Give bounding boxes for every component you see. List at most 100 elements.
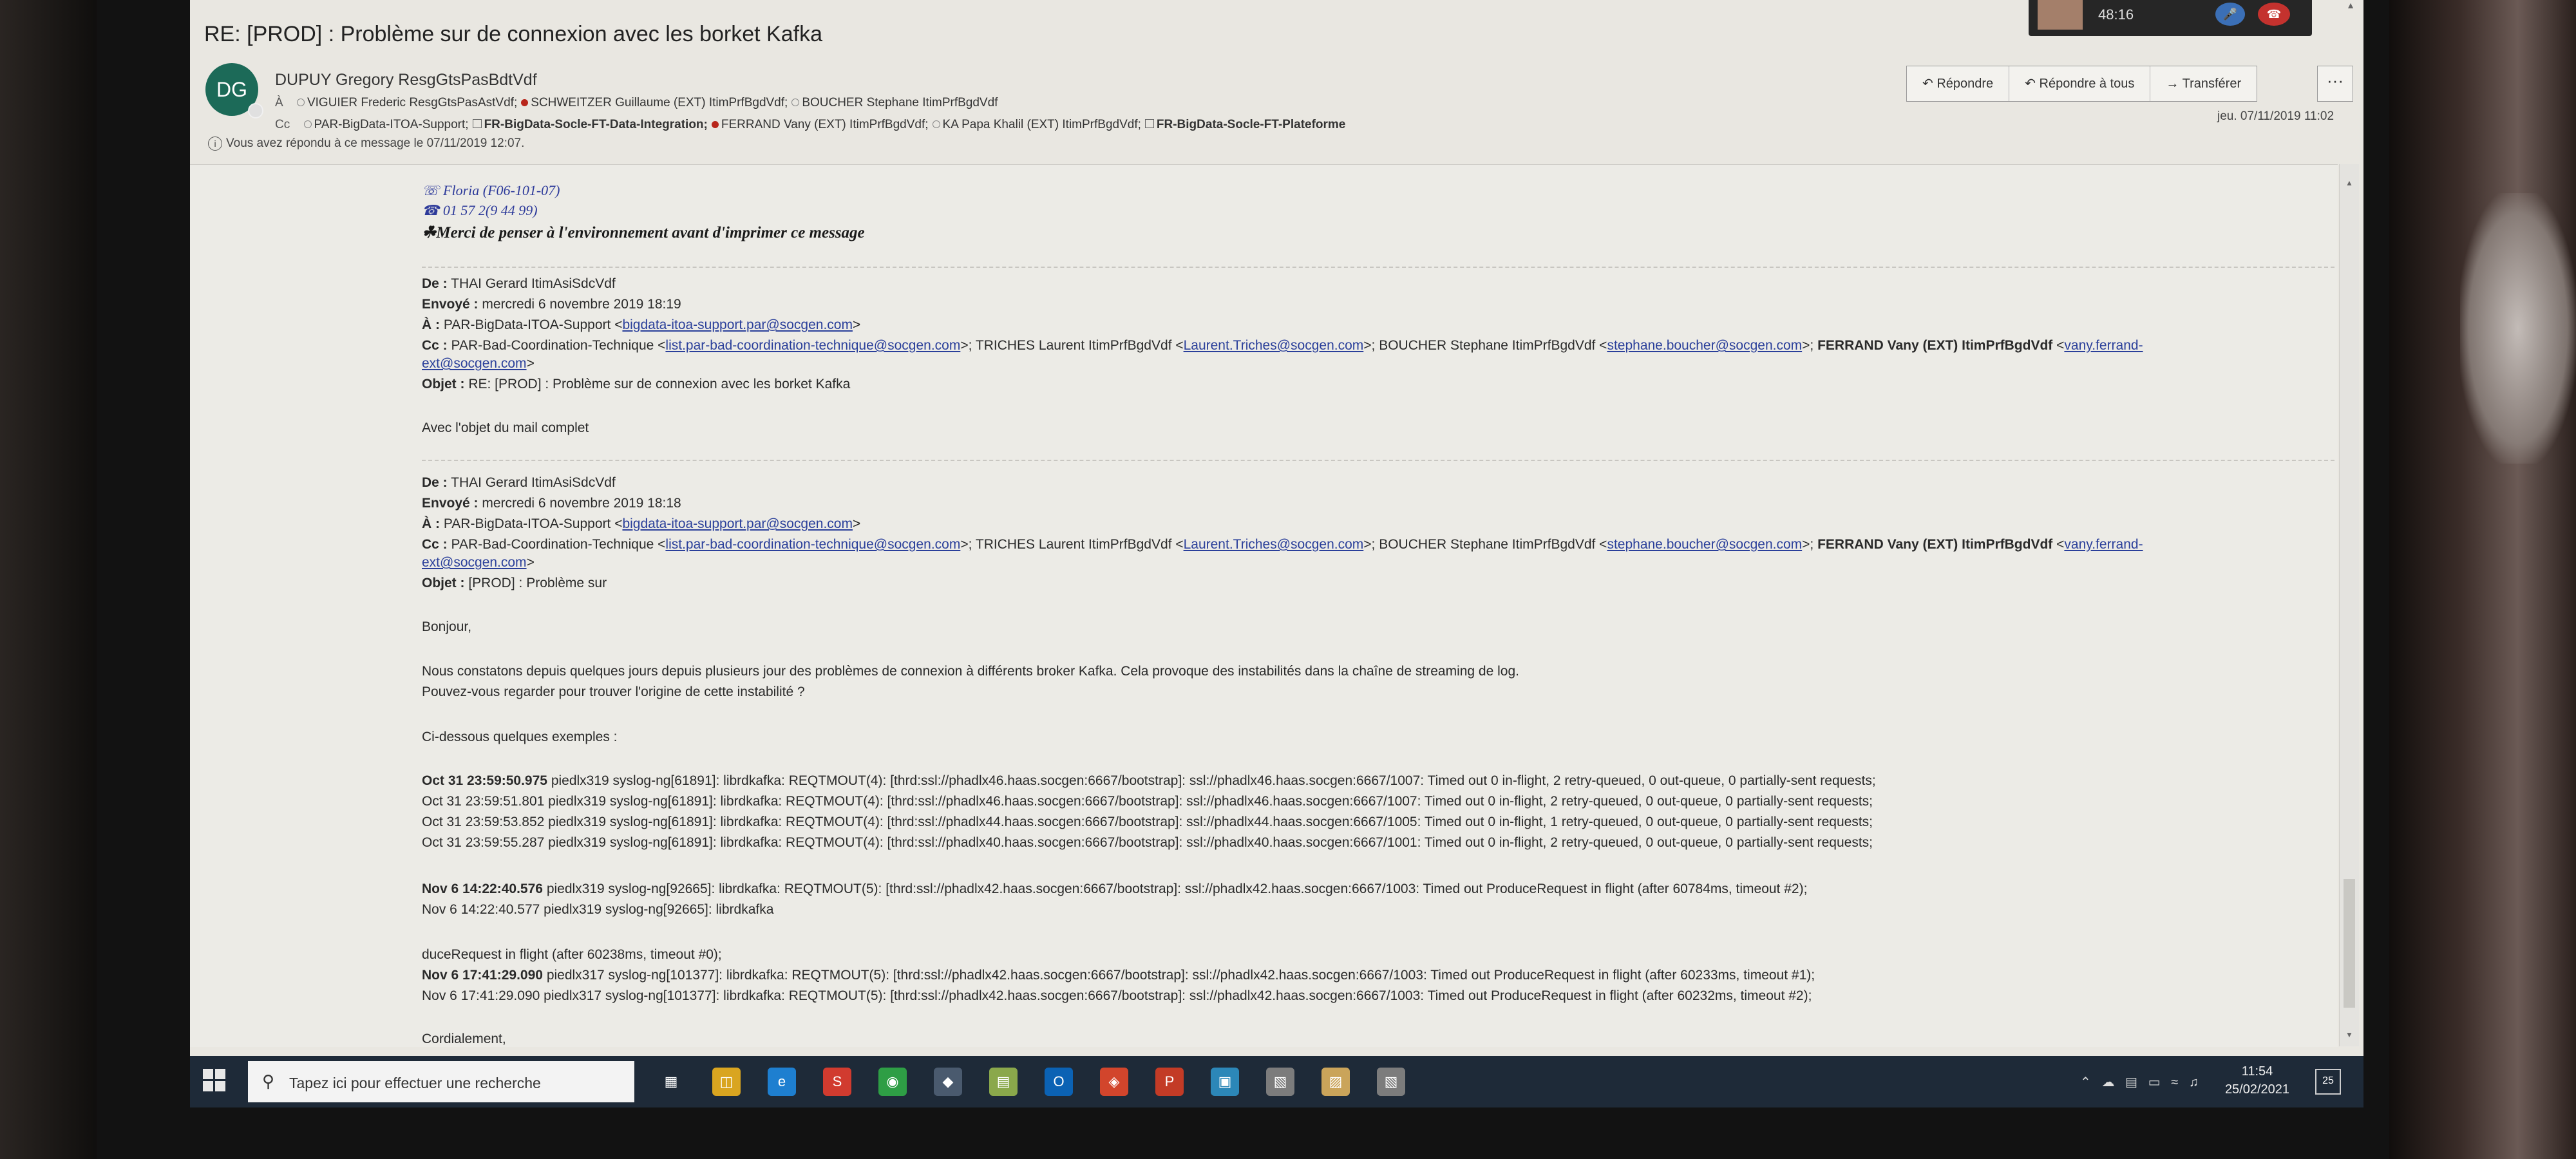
more-actions-button[interactable]: ··· — [2317, 66, 2353, 102]
app-icon-3[interactable]: ▧ — [1377, 1068, 1405, 1096]
msg2-sent-label: Envoyé : — [422, 496, 478, 511]
scroll-down-arrow-icon[interactable]: ▼ — [2344, 1030, 2355, 1042]
msg2-sent: Envoyé : mercredi 6 novembre 2019 18:18 — [422, 496, 681, 511]
log-fragment: duceRequest in flight (after 60238ms, ti… — [422, 947, 722, 962]
msg2-to-value: PAR-BigData-ITOA-Support < — [443, 516, 623, 531]
task-view-icon[interactable]: ▦ — [657, 1068, 685, 1096]
msg2-cc-d: >; — [1802, 537, 1814, 552]
msg1-cc-link2[interactable]: Laurent.Triches@socgen.com — [1184, 338, 1364, 353]
msg1-cc-link1[interactable]: list.par-bad-coordination-technique@socg… — [665, 338, 960, 353]
file-explorer-icon[interactable]: ◫ — [712, 1068, 741, 1096]
msg1-cc-link4a[interactable]: vany.ferrand- — [2064, 338, 2143, 353]
msg2-to-link[interactable]: bigdata-itoa-support.par@socgen.com — [622, 516, 853, 531]
taskbar-search-input[interactable]: ⚲ Tapez ici pour effectuer une recherche — [248, 1061, 634, 1102]
msg2-cc-link3[interactable]: stephane.boucher@socgen.com — [1607, 537, 1802, 552]
msg2-examples-label: Ci-dessous quelques exemples : — [422, 730, 618, 744]
msg2-cc-b: >; TRICHES Laurent ItimPrfBgdVdf < — [960, 537, 1184, 552]
msg1-cc-link3[interactable]: stephane.boucher@socgen.com — [1607, 338, 1802, 353]
separator — [422, 460, 2334, 461]
recipient[interactable]: FR-BigData-Socle-FT-Plateforme — [1141, 118, 1345, 131]
reply-icon: ↶ — [1922, 77, 1933, 91]
photo-right-background — [2383, 0, 2576, 1159]
msg2-cc-label: Cc : — [422, 537, 448, 552]
notifications-icon[interactable]: 25 — [2315, 1069, 2341, 1095]
chrome-icon[interactable]: ◉ — [878, 1068, 907, 1096]
msg1-to-end: > — [852, 317, 861, 332]
to-line: À VIGUIER Frederic ResgGtsPasAstVdf; SCHW… — [275, 96, 998, 110]
signature-phone-text: 01 57 2(9 44 99) — [442, 202, 538, 218]
recipient[interactable]: PAR-BigData-ITOA-Support; — [300, 118, 469, 131]
recipient[interactable]: FR-BigData-Socle-FT-Data-Integration; — [469, 118, 708, 131]
outlook-icon[interactable]: O — [1045, 1068, 1073, 1096]
presence-icon — [303, 120, 312, 128]
scrollbar-thumb[interactable] — [2344, 879, 2355, 1008]
volume-icon[interactable]: ♫ — [2189, 1075, 2199, 1089]
call-timer: 48:16 — [2098, 6, 2134, 23]
scroll-up-icon[interactable]: ▲ — [2342, 0, 2359, 12]
taskbar-clock[interactable]: 11:54 25/02/2021 — [2219, 1062, 2296, 1098]
log-message: piedlx319 syslog-ng[92665]: librdkafka: … — [546, 881, 1808, 896]
msg1-cc-f: > — [526, 356, 535, 371]
recipient-name: KA Papa Khalil (EXT) ItimPrfBgdVdf; — [942, 118, 1141, 131]
msg2-cc-link4b[interactable]: ext@socgen.com — [422, 555, 527, 570]
msg2-subject: Objet : [PROD] : Problème sur — [422, 576, 607, 591]
skype-icon[interactable]: S — [823, 1068, 851, 1096]
keepass-icon[interactable]: ◆ — [934, 1068, 962, 1096]
app-icon-2[interactable]: ▨ — [1321, 1068, 1350, 1096]
scroll-up-arrow-icon[interactable]: ▲ — [2344, 178, 2355, 190]
network-icon[interactable]: ▤ — [2125, 1075, 2137, 1089]
msg2-cc-link4a[interactable]: vany.ferrand- — [2064, 537, 2143, 552]
msg2-cc-cont: ext@socgen.com> — [422, 555, 535, 570]
git-icon[interactable]: ◈ — [1100, 1068, 1128, 1096]
recipient[interactable]: KA Papa Khalil (EXT) ItimPrfBgdVdf; — [929, 118, 1141, 131]
search-placeholder: Tapez ici pour effectuer une recherche — [289, 1075, 541, 1091]
recipient[interactable]: SCHWEITZER Guillaume (EXT) ItimPrfBgdVdf… — [517, 96, 788, 109]
system-tray[interactable]: ⌃ ☁ ▤ ▭ ≈ ♫ — [2080, 1074, 2199, 1090]
clock-time: 11:54 — [2241, 1064, 2273, 1079]
wifi-icon[interactable]: ≈ — [2171, 1075, 2178, 1089]
log-timestamp: Nov 6 14:22:40.576 — [422, 881, 543, 896]
photo-left-background — [0, 0, 103, 1159]
msg1-sent-label: Envoyé : — [422, 297, 478, 312]
msg1-to-value: PAR-BigData-ITOA-Support < — [443, 317, 623, 332]
log-timestamp: Oct 31 23:59:55.287 — [422, 835, 545, 850]
msg2-cc-link1[interactable]: list.par-bad-coordination-technique@socg… — [665, 537, 960, 552]
msg1-from-label: De : — [422, 276, 448, 291]
remote-desktop-icon[interactable]: ▣ — [1211, 1068, 1239, 1096]
msg2-cc-link2[interactable]: Laurent.Triches@socgen.com — [1184, 537, 1364, 552]
recipient-name: FERRAND Vany (EXT) ItimPrfBgdVdf; — [721, 118, 929, 131]
windows-start-icon[interactable] — [203, 1069, 226, 1092]
msg2-sent-value: mercredi 6 novembre 2019 18:18 — [482, 496, 681, 511]
presence-icon — [248, 103, 263, 118]
recipient-name: PAR-BigData-ITOA-Support; — [314, 118, 469, 131]
onedrive-icon[interactable]: ☁ — [2101, 1075, 2114, 1089]
sender-name[interactable]: DUPUY Gregory ResgGtsPasBdtVdf — [275, 71, 537, 90]
msg1-cc: Cc : PAR-Bad-Coordination-Technique <lis… — [422, 338, 2143, 353]
call-widget[interactable]: 48:16 🎤 ☎ — [2029, 0, 2312, 36]
microphone-icon[interactable]: 🎤 — [2215, 3, 2245, 26]
telephone-icon: ☎ — [422, 202, 443, 218]
msg2-greeting: Bonjour, — [422, 619, 472, 634]
received-date: jeu. 07/11/2019 11:02 — [2217, 109, 2334, 123]
msg1-cc-link4b[interactable]: ext@socgen.com — [422, 356, 527, 371]
message-body[interactable]: ☏ Floria (F06-101-07) ☎ 01 57 2(9 44 99)… — [190, 164, 2338, 1047]
recipient[interactable]: FERRAND Vany (EXT) ItimPrfBgdVdf; — [708, 118, 929, 131]
search-icon: ⚲ — [262, 1071, 275, 1091]
body-scrollbar[interactable]: ▲ ▼ — [2339, 164, 2359, 1046]
msg2-subject-label: Objet : — [422, 576, 465, 590]
log-line: Nov 6 14:22:40.577 piedlx319 syslog-ng[9… — [422, 902, 773, 918]
notepad-icon[interactable]: ▤ — [989, 1068, 1018, 1096]
recipient[interactable]: BOUCHER Stephane ItimPrfBgdVdf — [788, 96, 998, 109]
hang-up-icon[interactable]: ☎ — [2258, 3, 2290, 26]
powerpoint-icon[interactable]: P — [1155, 1068, 1184, 1096]
reply-all-button[interactable]: ↶ Répondre à tous — [2009, 66, 2151, 101]
battery-icon[interactable]: ▭ — [2148, 1075, 2161, 1089]
forward-button[interactable]: → Transférer — [2150, 66, 2257, 101]
reply-button[interactable]: ↶ Répondre — [1907, 66, 2010, 101]
msg2-from-value: THAI Gerard ItimAsiSdcVdf — [451, 475, 616, 490]
msg1-to-link[interactable]: bigdata-itoa-support.par@socgen.com — [622, 317, 853, 332]
chevron-up-icon[interactable]: ⌃ — [2080, 1075, 2091, 1089]
edge-icon[interactable]: e — [768, 1068, 796, 1096]
recipient[interactable]: VIGUIER Frederic ResgGtsPasAstVdf; — [293, 96, 517, 109]
app-icon-1[interactable]: ▧ — [1266, 1068, 1294, 1096]
